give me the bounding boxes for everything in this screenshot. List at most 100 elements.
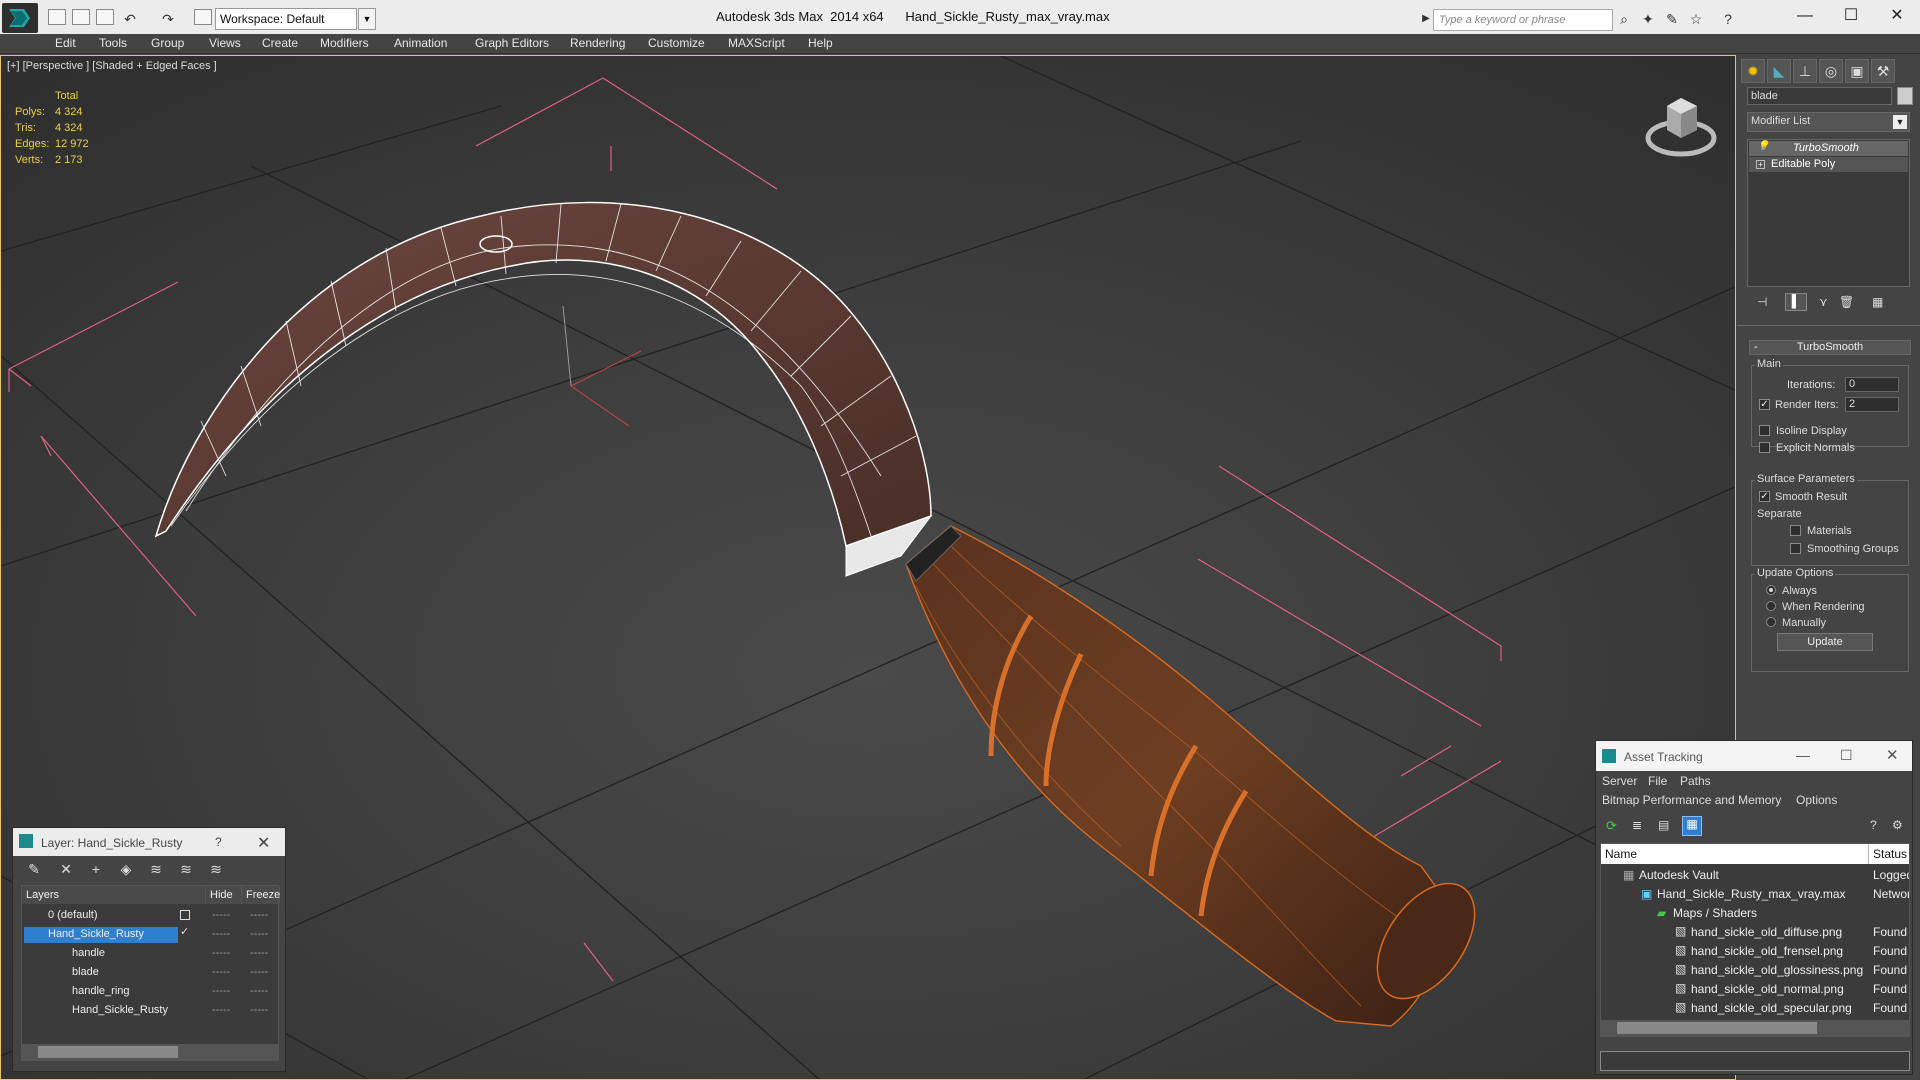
layer-row[interactable]: handle ----- ----- [22, 944, 278, 963]
asset-dialog-header[interactable]: Asset Tracking — ☐ ✕ [1596, 741, 1912, 771]
help-icon[interactable]: ? [1720, 11, 1736, 27]
always-radio[interactable] [1766, 585, 1776, 595]
add-to-layer-icon[interactable]: + [87, 860, 105, 878]
remove-modifier-icon[interactable]: 🗑 [1839, 295, 1854, 309]
asset-path-field[interactable] [1600, 1051, 1910, 1071]
manually-radio[interactable] [1766, 617, 1776, 627]
menu-help[interactable]: Help [808, 36, 833, 50]
redo-icon[interactable]: ↷ [160, 11, 176, 27]
menu-edit[interactable]: Edit [55, 36, 76, 50]
turbosmooth-rollout-header[interactable]: - TurboSmooth [1749, 340, 1911, 355]
utilities-tab-icon[interactable]: ⚒ [1871, 59, 1895, 83]
render-iters-checkbox[interactable]: ✓ [1759, 399, 1770, 410]
materials-checkbox[interactable] [1790, 525, 1801, 536]
menu-views[interactable]: Views [209, 36, 241, 50]
search-input[interactable]: Type a keyword or phrase [1433, 9, 1613, 31]
help-icon[interactable]: ? [1870, 818, 1886, 834]
app-logo-icon[interactable] [2, 3, 38, 33]
freeze-toggle[interactable]: ----- [250, 985, 268, 997]
list-view-icon[interactable]: ≣ [1632, 818, 1648, 834]
asset-row[interactable]: ▧ hand_sickle_old_frensel.png Found [1601, 941, 1909, 960]
layer-row[interactable]: blade ----- ----- [22, 963, 278, 982]
help-icon[interactable]: ? [215, 835, 222, 849]
asset-row[interactable]: ▧ hand_sickle_old_normal.png Found [1601, 979, 1909, 998]
col-hide[interactable]: Hide [206, 886, 242, 904]
layer-row[interactable]: handle_ring ----- ----- [22, 982, 278, 1001]
col-status[interactable]: Status [1869, 844, 1909, 864]
hide-toggle[interactable]: ----- [212, 966, 230, 978]
motion-tab-icon[interactable]: ◎ [1819, 59, 1843, 83]
stack-item-turbosmooth[interactable]: 💡 TurboSmooth [1749, 141, 1908, 156]
iterations-spinner[interactable]: 0 [1845, 377, 1899, 392]
hide-toggle[interactable]: ----- [212, 1004, 230, 1016]
delete-layer-icon[interactable]: ✕ [57, 860, 75, 878]
menu-rendering[interactable]: Rendering [570, 36, 625, 50]
current-layer-icon[interactable] [180, 910, 190, 920]
hide-toggle[interactable]: ----- [212, 909, 230, 921]
freeze-toggle[interactable]: ----- [250, 909, 268, 921]
freeze-toggle[interactable]: ----- [250, 947, 268, 959]
binoculars-icon[interactable]: ⌕ [1616, 11, 1632, 27]
col-name[interactable]: Name [1601, 844, 1869, 864]
menu-maxscript[interactable]: MAXScript [728, 36, 785, 50]
menu-modifiers[interactable]: Modifiers [320, 36, 369, 50]
select-objects-icon[interactable]: ◈ [117, 860, 135, 878]
smooth-result-checkbox[interactable]: ✓ [1759, 491, 1770, 502]
checkmark-icon[interactable]: ✓ [180, 925, 189, 938]
highlight-layer-icon[interactable]: ≋ [147, 860, 165, 878]
chevron-down-icon[interactable]: ▼ [1893, 115, 1907, 129]
configure-modifier-sets-icon[interactable]: ▦ [1872, 295, 1883, 309]
when-rendering-radio[interactable] [1766, 601, 1776, 611]
refresh-icon[interactable]: ⟳ [1606, 818, 1622, 834]
layer-row[interactable]: Hand_Sickle_Rusty ✓ ----- ----- [22, 925, 278, 944]
favorites-star-icon[interactable]: ☆ [1688, 11, 1704, 27]
close-icon[interactable]: ✕ [1886, 746, 1899, 764]
asset-row[interactable]: ▦ Autodesk Vault Logged [1601, 865, 1909, 884]
close-icon[interactable]: ✕ [257, 833, 270, 853]
col-layers[interactable]: Layers [22, 886, 206, 904]
smoothing-groups-checkbox[interactable] [1790, 543, 1801, 554]
layer-dialog-header[interactable]: Layer: Hand_Sickle_Rusty ? ✕ [13, 828, 285, 856]
menu-create[interactable]: Create [262, 36, 298, 50]
menu-tools[interactable]: Tools [99, 36, 127, 50]
maximize-icon[interactable]: ☐ [1840, 747, 1853, 764]
menu-group[interactable]: Group [151, 36, 184, 50]
show-end-result-icon[interactable]: ▌ [1785, 293, 1807, 311]
expand-plus-icon[interactable]: + [1756, 160, 1765, 169]
open-file-icon[interactable] [72, 9, 90, 25]
grid-view-icon[interactable]: ▦ [1682, 816, 1702, 836]
minimize-icon[interactable]: — [1796, 747, 1810, 763]
display-tab-icon[interactable]: ▣ [1845, 59, 1869, 83]
freeze-toggle[interactable]: ----- [250, 928, 268, 940]
create-layer-icon[interactable]: ✎ [25, 860, 43, 878]
modify-tab-icon[interactable]: ◣ [1767, 59, 1791, 83]
asset-row[interactable]: ▧ hand_sickle_old_diffuse.png Found [1601, 922, 1909, 941]
modifier-stack[interactable]: 💡 TurboSmooth + Editable Poly [1747, 139, 1910, 287]
search-expand-icon[interactable]: ▶ [1418, 11, 1434, 27]
scrollbar-thumb[interactable] [1617, 1022, 1817, 1034]
asset-row[interactable]: ▣ Hand_Sickle_Rusty_max_vray.max Networ [1601, 884, 1909, 903]
new-file-icon[interactable] [48, 9, 66, 25]
stack-item-editable-poly[interactable]: + Editable Poly [1749, 157, 1908, 172]
asset-row[interactable]: ▧ hand_sickle_old_glossiness.png Found [1601, 960, 1909, 979]
hide-toggle[interactable]: ----- [212, 928, 230, 940]
update-button[interactable]: Update [1777, 633, 1873, 651]
modifier-list-dropdown[interactable]: Modifier List ▼ [1747, 112, 1910, 132]
menu-animation[interactable]: Animation [394, 36, 447, 50]
make-unique-icon[interactable]: ⋎ [1819, 295, 1828, 309]
freeze-toggle[interactable]: ----- [250, 966, 268, 978]
render-iters-spinner[interactable]: 2 [1845, 397, 1899, 412]
lightbulb-icon[interactable]: 💡 [1757, 141, 1769, 152]
workspace-select[interactable]: Workspace: Default ▼ [215, 8, 376, 30]
explicit-normals-checkbox[interactable] [1759, 442, 1770, 453]
object-color-swatch[interactable] [1897, 87, 1913, 105]
hide-toggle[interactable]: ----- [212, 947, 230, 959]
menu-options[interactable]: Options [1796, 793, 1837, 807]
menu-graph-editors[interactable]: Graph Editors [475, 36, 549, 50]
asset-row[interactable]: ▧ hand_sickle_old_specular.png Found [1601, 998, 1909, 1017]
layer-row[interactable]: 0 (default) ----- ----- [22, 906, 278, 925]
layer-row[interactable]: Hand_Sickle_Rusty ----- ----- [22, 1001, 278, 1020]
close-icon[interactable]: ✕ [1882, 4, 1912, 28]
save-file-icon[interactable] [96, 9, 114, 25]
pin-stack-icon[interactable]: ⊣ [1757, 295, 1767, 309]
